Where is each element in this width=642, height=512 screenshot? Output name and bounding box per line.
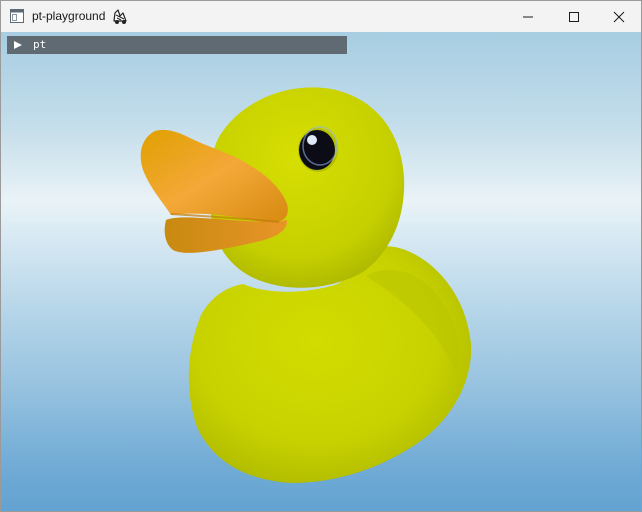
- close-icon: [613, 11, 625, 23]
- render-viewport[interactable]: pt: [1, 32, 641, 511]
- pt-panel-label: pt: [33, 38, 47, 51]
- app-window: pt-playground pt: [0, 0, 642, 512]
- minimize-icon: [523, 16, 533, 18]
- maximize-icon: [569, 12, 579, 22]
- collapsed-triangle-icon[interactable]: [14, 41, 22, 49]
- maximize-button[interactable]: [551, 1, 597, 32]
- app-window-icon: [10, 9, 24, 23]
- window-title: pt-playground: [32, 9, 106, 23]
- close-button[interactable]: [596, 1, 641, 32]
- racing-car-emoji-icon: [113, 9, 127, 24]
- minimize-button[interactable]: [505, 1, 551, 32]
- duck-eye-highlight: [307, 135, 317, 145]
- pt-panel-header[interactable]: pt: [7, 36, 347, 54]
- title-bar[interactable]: pt-playground: [1, 1, 641, 32]
- rubber-duck-render: [140, 87, 472, 483]
